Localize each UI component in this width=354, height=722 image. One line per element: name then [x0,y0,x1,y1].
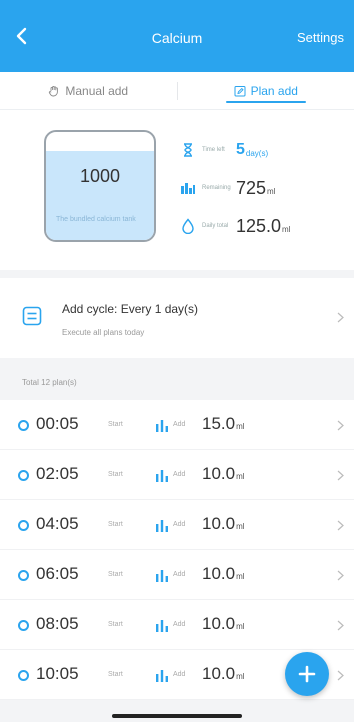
plan-amount-value: 15.0 [202,414,236,433]
stat-label: Remaining [202,185,231,191]
chevron-right-icon [337,620,344,631]
settings-button[interactable]: Settings [297,30,344,45]
stat-daily-total: Daily total 125.0 ml [180,214,291,238]
chevron-right-icon [337,520,344,531]
stat-value: 5 [236,141,245,158]
stat-unit: day(s) [245,148,269,158]
dose-bars-icon [156,420,168,432]
plan-amount-unit: ml [236,522,245,531]
stat-remaining: Remaining 725 ml [180,176,276,200]
plan-add-label: Add [173,571,186,578]
plan-row[interactable]: 06:05 Start Add 10.0ml [0,550,354,600]
tab-label: Manual add [65,83,129,98]
stat-value: 125.0 [236,215,282,236]
cycle-title: Add cycle: Every 1 day(s) [62,302,199,316]
plan-start-label: Start [108,421,123,428]
plan-amount-value: 10.0 [202,664,236,683]
hand-icon [49,85,59,96]
plan-amount-value: 10.0 [202,564,236,583]
plan-row[interactable]: 08:05 Start Add 10.0ml [0,600,354,650]
plan-row[interactable]: 04:05 Start Add 10.0ml [0,500,354,550]
stat-unit: ml [267,186,276,196]
hourglass-icon [184,143,192,157]
plan-add-label: Add [173,621,186,628]
tank-gauge[interactable]: 1000 The bundled calcium tank [44,130,156,242]
plan-start-label: Start [108,471,123,478]
clock-dot-icon [18,570,29,581]
dose-bars-icon [156,470,168,482]
plan-add-label: Add [173,421,186,428]
chevron-right-icon [337,312,344,323]
plan-row[interactable]: 02:05 Start Add 10.0ml [0,450,354,500]
tab-label: Plan add [250,83,298,98]
chevron-right-icon [337,570,344,581]
stat-unit: ml [282,224,291,234]
plan-amount: 10.0ml [202,514,245,534]
add-cycle-row[interactable]: Add cycle: Every 1 day(s) Execute all pl… [0,278,354,358]
stat-label: Daily total [202,223,229,229]
plus-icon [298,665,316,683]
plan-add-label: Add [173,521,186,528]
plan-time: 08:05 [36,614,79,633]
add-plan-button[interactable] [285,652,329,696]
plan-amount-value: 10.0 [202,464,236,483]
drop-icon [182,218,194,234]
stat-time-left: Time left 5 day(s) [180,138,268,162]
chevron-right-icon [337,470,344,481]
plan-add-label: Add [173,671,186,678]
plan-start-label: Start [108,621,123,628]
clock-dot-icon [18,620,29,631]
tab-manual-add[interactable]: Manual add [0,72,177,109]
plan-start-label: Start [108,571,123,578]
plan-start-label: Start [108,671,123,678]
tank-water-level [46,151,154,240]
plan-time: 10:05 [36,664,79,683]
app-header: Calcium Settings [0,0,354,72]
plan-time: 02:05 [36,464,79,483]
chevron-right-icon [337,670,344,681]
dose-bars-icon [156,570,168,582]
plan-start-label: Start [108,521,123,528]
plan-amount-unit: ml [236,472,245,481]
tab-plan-add[interactable]: Plan add [178,72,354,109]
plan-amount-value: 10.0 [202,514,236,533]
plan-count: Total 12 plan(s) [0,366,354,400]
dose-bars-icon [156,520,168,532]
plan-amount-unit: ml [236,622,245,631]
plan-time: 00:05 [36,414,79,433]
plan-amount-value: 10.0 [202,614,236,633]
plan-add-label: Add [173,471,186,478]
plan-amount: 15.0ml [202,414,245,434]
plan-amount: 10.0ml [202,614,245,634]
clock-dot-icon [18,670,29,681]
plan-time: 04:05 [36,514,79,533]
plan-amount-unit: ml [236,572,245,581]
schedule-list-icon [22,306,42,326]
bars-icon [181,183,195,194]
tank-note: The bundled calcium tank [56,216,136,223]
home-indicator[interactable] [112,714,242,718]
chevron-right-icon [337,420,344,431]
tank-volume: 1000 [79,166,121,186]
stat-label: Time left [202,147,225,153]
plan-amount: 10.0ml [202,664,245,684]
cycle-subtitle: Execute all plans today [62,328,145,337]
clock-dot-icon [18,470,29,481]
calendar-edit-icon [234,85,246,96]
plan-amount: 10.0ml [202,464,245,484]
dose-bars-icon [156,670,168,682]
stat-value: 725 [236,177,267,198]
clock-dot-icon [18,520,29,531]
plan-amount: 10.0ml [202,564,245,584]
add-mode-tabs: Manual add Plan add [0,72,354,110]
plan-row[interactable]: 00:05 Start Add 15.0ml [0,400,354,450]
plan-time: 06:05 [36,564,79,583]
plan-amount-unit: ml [236,672,245,681]
plan-amount-unit: ml [236,422,245,431]
dose-bars-icon [156,620,168,632]
calcium-summary-card: 1000 The bundled calcium tank Time left … [0,110,354,270]
clock-dot-icon [18,420,29,431]
